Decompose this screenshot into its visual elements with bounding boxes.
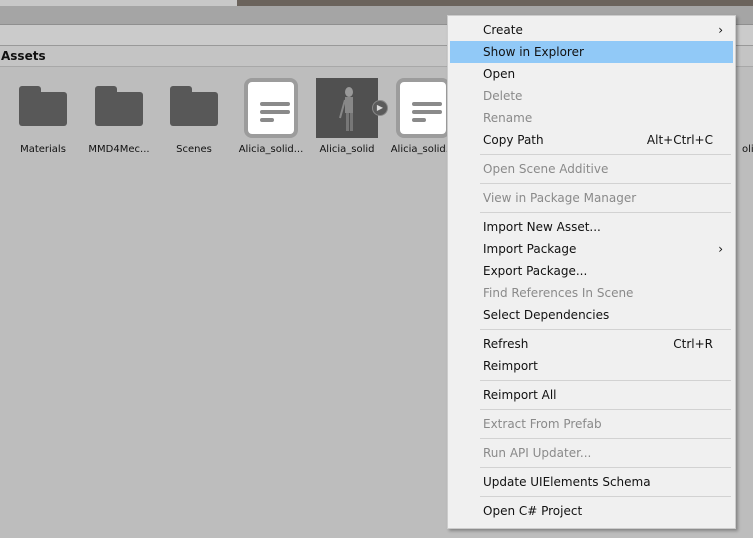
menu-item-open-c-project[interactable]: Open C# Project [450, 500, 733, 522]
menu-item-label: Reimport [483, 359, 538, 373]
document-icon [396, 78, 450, 138]
chevron-right-icon: › [718, 23, 723, 37]
menu-separator [448, 326, 735, 333]
asset-item[interactable]: ▶ Alicia_solid [309, 78, 388, 155]
menu-item-import-new-asset[interactable]: Import New Asset... [450, 216, 733, 238]
model-thumbnail: ▶ [316, 78, 388, 138]
context-menu: Create › Show in Explorer Open Delete Rename C… [447, 15, 736, 529]
menu-item-reimport-all[interactable]: Reimport All [450, 384, 733, 406]
menu-item-import-package[interactable]: Import Package › [450, 238, 733, 260]
asset-label: MMD4Mec... [88, 144, 150, 155]
menu-separator [448, 435, 735, 442]
document-icon [244, 78, 298, 138]
menu-item-label: Update UIElements Schema [483, 475, 651, 489]
menu-item-update-uielements-schema[interactable]: Update UIElements Schema [450, 471, 733, 493]
menu-item-rename: Rename [450, 107, 733, 129]
asset-item[interactable]: Materials [5, 78, 81, 155]
menu-separator [448, 464, 735, 471]
menu-item-label: Select Dependencies [483, 308, 610, 322]
asset-item[interactable]: MMD4Mec... [81, 78, 157, 155]
menu-separator [448, 180, 735, 187]
menu-item-show-in-explorer[interactable]: Show in Explorer [450, 41, 733, 63]
menu-item-label: Reimport All [483, 388, 557, 402]
menu-item-label: Rename [483, 111, 533, 125]
character-icon [339, 87, 353, 131]
menu-item-label: Open Scene Additive [483, 162, 609, 176]
asset-label: Alicia_solid [319, 144, 375, 155]
asset-label: Scenes [176, 144, 212, 155]
menu-item-label: Show in Explorer [483, 45, 584, 59]
folder-icon [19, 86, 67, 126]
asset-label: Materials [20, 144, 66, 155]
menu-separator [448, 406, 735, 413]
menu-item-refresh[interactable]: Refresh Ctrl+R [450, 333, 733, 355]
menu-item-shortcut: Ctrl+R [673, 337, 713, 351]
menu-item-copy-path[interactable]: Copy Path Alt+Ctrl+C [450, 129, 733, 151]
folder-icon [95, 86, 143, 126]
menu-item-label: Import Package [483, 242, 577, 256]
menu-separator [448, 493, 735, 500]
asset-item[interactable]: Scenes [156, 78, 232, 155]
menu-item-find-references-in-scene: Find References In Scene [450, 282, 733, 304]
menu-item-reimport[interactable]: Reimport [450, 355, 733, 377]
menu-item-label: Extract From Prefab [483, 417, 602, 431]
menu-item-create[interactable]: Create › [450, 19, 733, 41]
menu-separator [448, 151, 735, 158]
menu-item-delete: Delete [450, 85, 733, 107]
menu-item-select-dependencies[interactable]: Select Dependencies [450, 304, 733, 326]
menu-item-label: Import New Asset... [483, 220, 601, 234]
menu-item-label: Export Package... [483, 264, 588, 278]
menu-item-export-package[interactable]: Export Package... [450, 260, 733, 282]
menu-item-label: Copy Path [483, 133, 544, 147]
menu-item-extract-from-prefab: Extract From Prefab [450, 413, 733, 435]
menu-item-shortcut: Alt+Ctrl+C [646, 133, 713, 147]
menu-item-run-api-updater: Run API Updater... [450, 442, 733, 464]
menu-item-label: Refresh [483, 337, 529, 351]
menu-separator [448, 209, 735, 216]
menu-item-label: Run API Updater... [483, 446, 592, 460]
menu-item-view-in-package-manager: View in Package Manager [450, 187, 733, 209]
chevron-right-icon: › [718, 242, 723, 256]
asset-item[interactable]: Alicia_solid... [233, 78, 309, 155]
menu-item-open[interactable]: Open [450, 63, 733, 85]
menu-item-label: Open C# Project [483, 504, 583, 518]
menu-item-label: Find References In Scene [483, 286, 634, 300]
menu-item-label: Open [483, 67, 516, 81]
asset-label: Alicia_solid... [238, 144, 304, 155]
menu-item-label: View in Package Manager [483, 191, 637, 205]
folder-icon [170, 86, 218, 126]
menu-item-label: Delete [483, 89, 523, 103]
menu-item-open-scene-additive: Open Scene Additive [450, 158, 733, 180]
menu-separator [448, 377, 735, 384]
menu-item-label: Create [483, 23, 523, 37]
